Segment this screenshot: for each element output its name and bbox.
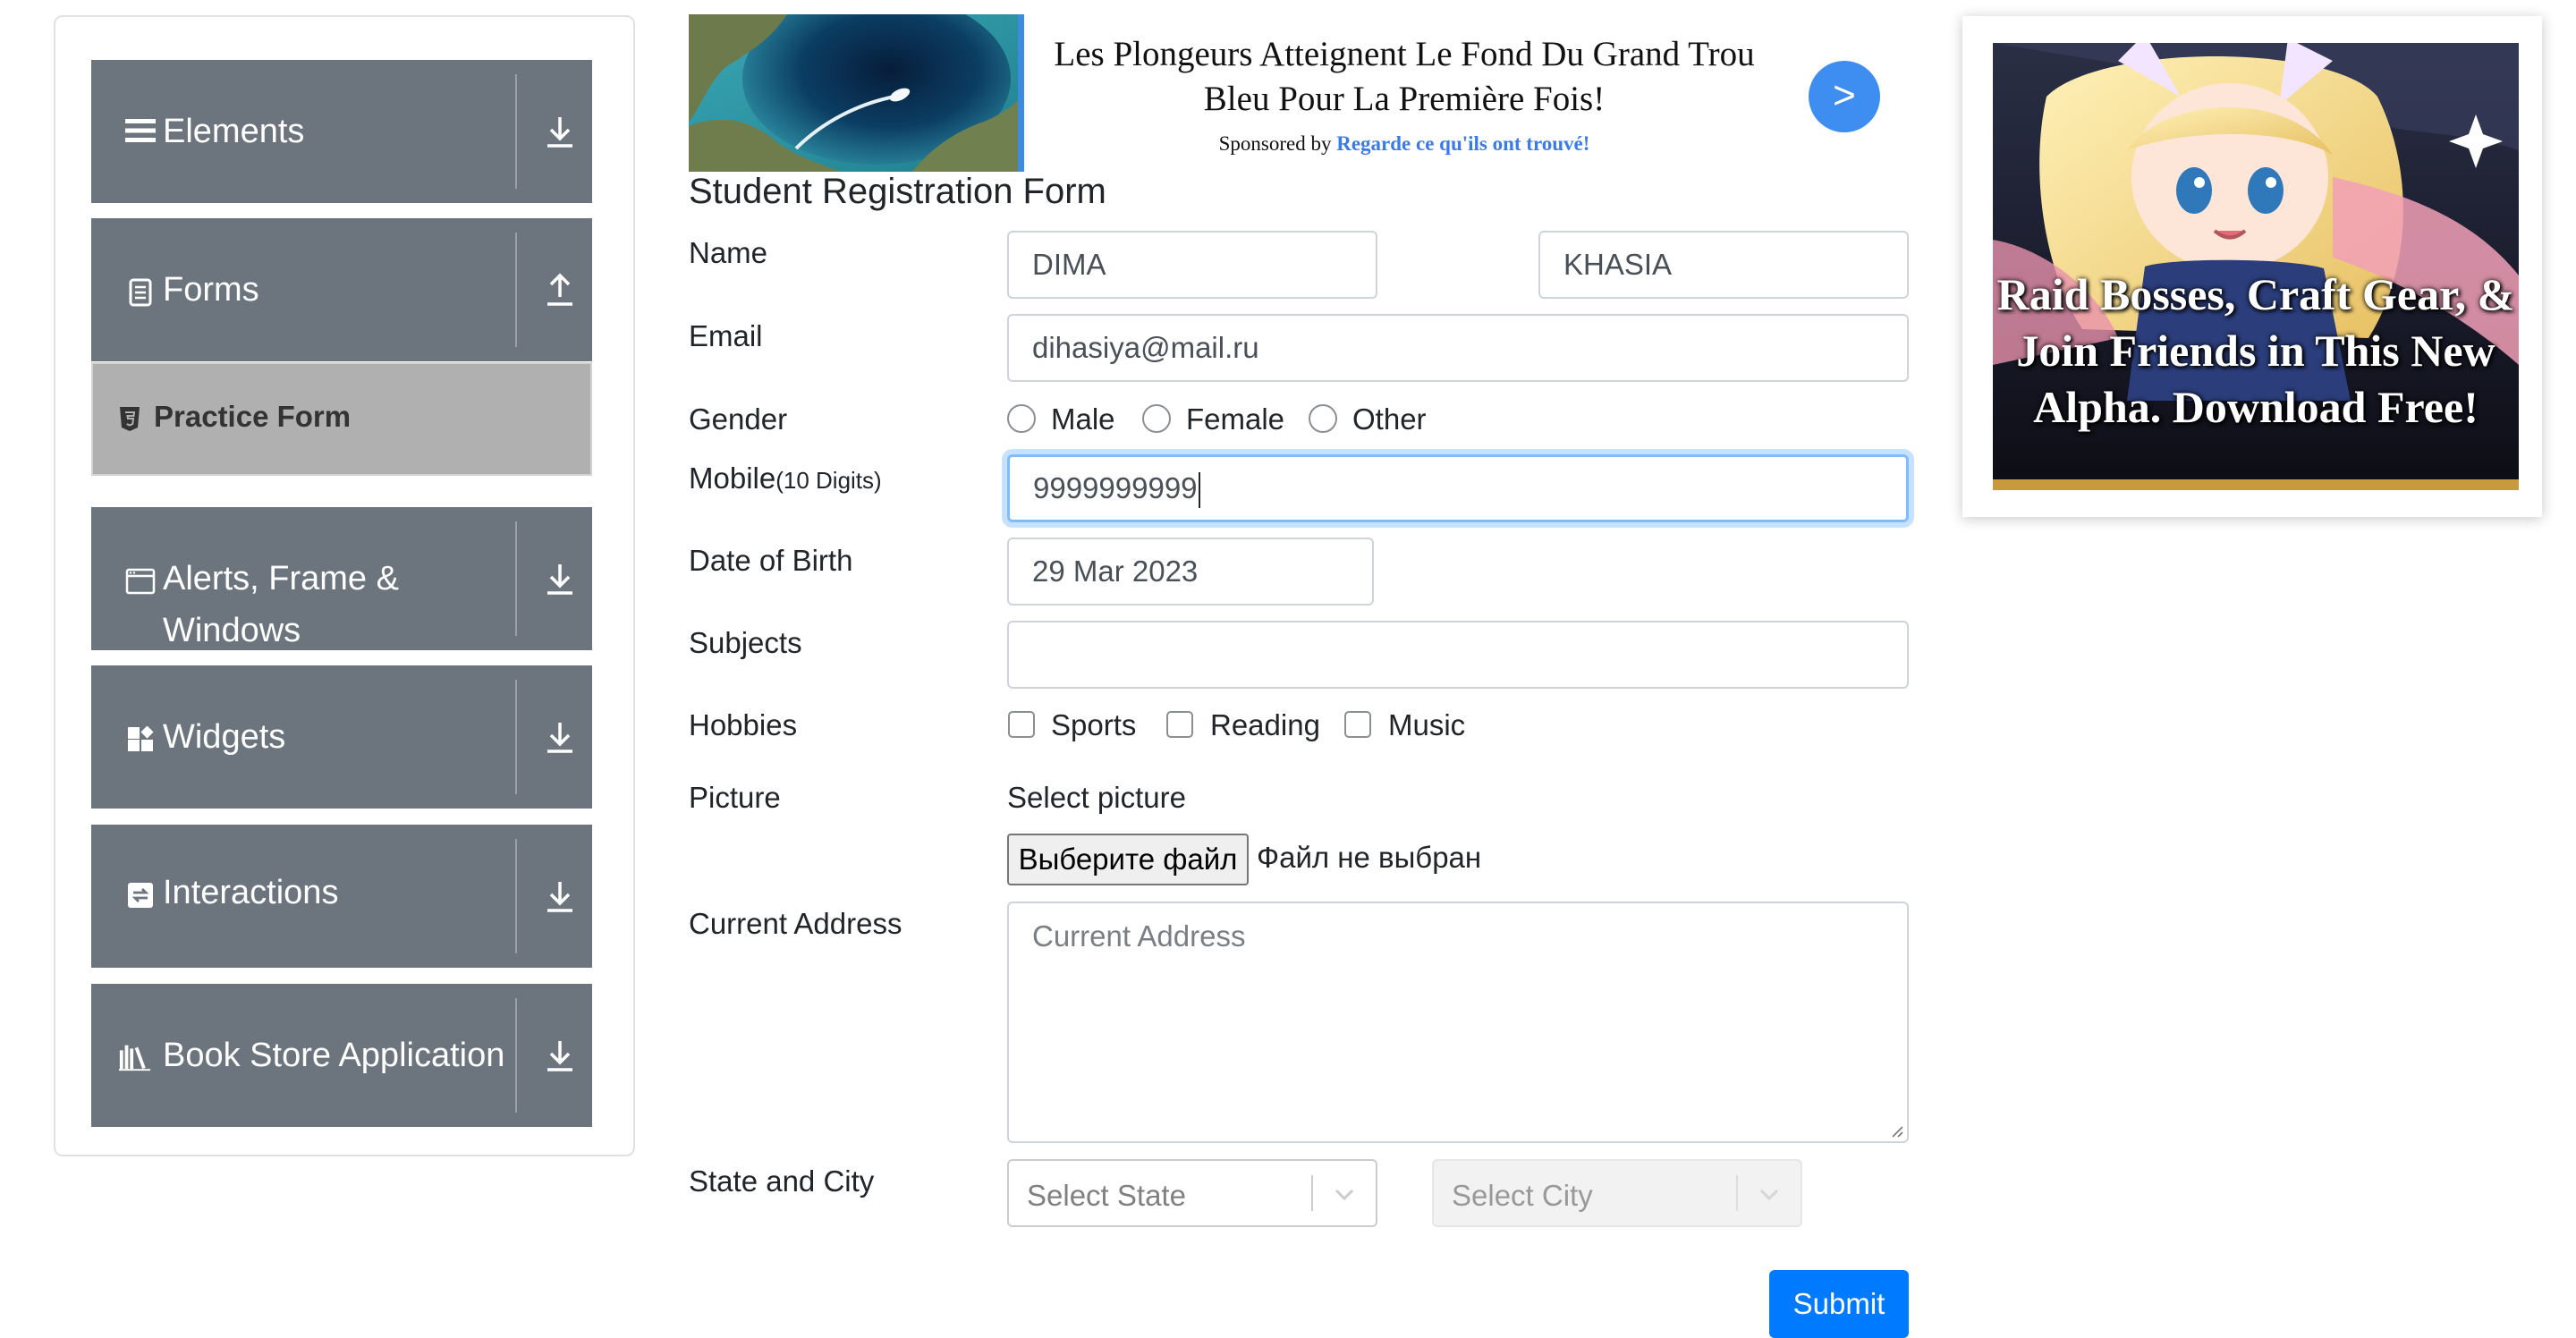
current-address-label: Current Address — [689, 907, 902, 940]
gender-female-radio[interactable] — [1142, 404, 1171, 433]
gender-other-label[interactable]: Other — [1352, 402, 1427, 436]
divider — [515, 233, 517, 347]
books-icon — [118, 1039, 152, 1073]
mobile-label: Mobile(10 Digits) — [689, 462, 882, 495]
sidebar-group-alerts-frame-windows[interactable]: Alerts, Frame & Windows — [91, 507, 592, 650]
ad-sponsor-source[interactable]: Regarde ce qu'ils ont trouvé! — [1336, 132, 1589, 155]
sidebar-group-label: Elements — [163, 113, 305, 150]
chevron-down-icon — [1756, 1181, 1783, 1207]
interactions-icon — [123, 878, 157, 912]
gender-male-label[interactable]: Male — [1051, 402, 1115, 436]
widgets-icon — [123, 723, 157, 757]
subjects-input[interactable] — [1007, 621, 1909, 689]
sidebar-group-elements[interactable]: Elements — [91, 60, 592, 203]
current-address-textarea[interactable]: Current Address — [1007, 902, 1909, 1143]
first-name-input[interactable]: DIMA — [1007, 231, 1377, 299]
email-input[interactable]: dihasiya@mail.ru — [1007, 314, 1909, 382]
download-arrow-icon — [544, 114, 576, 149]
hobby-sports-checkbox[interactable] — [1008, 711, 1035, 738]
hamburger-icon — [123, 114, 157, 148]
hobby-sports-label[interactable]: Sports — [1051, 708, 1136, 742]
mobile-input[interactable]: 9999999999 — [1007, 454, 1909, 522]
form-title: Student Registration Form — [689, 172, 1106, 211]
text-cursor — [1198, 472, 1200, 509]
select-separator — [1736, 1175, 1738, 1211]
upload-arrow-icon — [544, 272, 576, 308]
subjects-label: Subjects — [689, 626, 802, 659]
picture-label: Picture — [689, 781, 781, 814]
download-arrow-icon — [544, 561, 576, 597]
ad-game-character-image[interactable]: Raid Bosses, Craft Gear, & Join Friends … — [1993, 43, 2519, 490]
sidebar-item-practice-form[interactable]: Practice Form — [91, 362, 592, 476]
divider — [515, 839, 517, 953]
download-arrow-icon — [544, 1037, 576, 1073]
sidebar-group-label: Widgets — [163, 718, 286, 756]
submit-button[interactable]: Submit — [1769, 1270, 1909, 1338]
last-name-input[interactable]: KHASIA — [1538, 231, 1909, 299]
state-select[interactable]: Select State — [1007, 1159, 1377, 1227]
city-select[interactable]: Select City — [1432, 1159, 1802, 1227]
divider — [515, 998, 517, 1113]
sidebar-group-widgets[interactable]: Widgets — [91, 665, 592, 809]
gender-male-radio[interactable] — [1007, 404, 1036, 433]
sidebar-group-interactions[interactable]: Interactions — [91, 825, 592, 968]
mobile-label-text: Mobile — [689, 462, 776, 495]
ad-sponsor-line: Sponsored by Regarde ce qu'ils ont trouv… — [1029, 132, 1780, 156]
resize-handle-icon[interactable] — [1887, 1122, 1903, 1138]
hobbies-label: Hobbies — [689, 708, 798, 741]
document-icon — [123, 275, 157, 309]
ad-blue-hole-image[interactable] — [689, 14, 1024, 172]
state-select-value: Select State — [1027, 1179, 1186, 1212]
sidebar-group-label: Alerts, Frame & Windows — [163, 560, 399, 649]
divider — [515, 74, 517, 189]
hobby-music-label[interactable]: Music — [1388, 708, 1465, 742]
choose-file-button[interactable]: Выберите файл — [1007, 834, 1249, 885]
download-arrow-icon — [544, 878, 576, 914]
dob-label: Date of Birth — [689, 544, 853, 577]
file-status-text: Файл не выбран — [1257, 841, 1482, 874]
hobby-reading-label[interactable]: Reading — [1210, 708, 1320, 742]
mobile-hint: (10 Digits) — [775, 467, 882, 494]
sidebar-group-label: Interactions — [163, 874, 339, 911]
html5-shield-icon — [118, 405, 141, 432]
sidebar-group-book-store-application[interactable]: Book Store Application — [91, 984, 592, 1127]
ad-next-button[interactable]: > — [1809, 61, 1880, 132]
sidebar-group-label: Book Store Application — [163, 1037, 505, 1074]
sidebar-item-label: Practice Form — [154, 400, 352, 433]
side-advertisement[interactable]: Raid Bosses, Craft Gear, & Join Friends … — [1962, 16, 2542, 517]
name-label: Name — [689, 236, 768, 269]
sidebar-group-forms[interactable]: Forms — [91, 218, 592, 361]
hobby-reading-checkbox[interactable] — [1166, 711, 1193, 738]
ad-sponsor-prefix: Sponsored by — [1218, 132, 1332, 155]
window-icon — [123, 564, 157, 598]
divider — [515, 521, 517, 636]
divider — [515, 680, 517, 794]
gender-other-radio[interactable] — [1309, 404, 1337, 433]
ad-headline[interactable]: Les Plongeurs Atteignent Le Fond Du Gran… — [1029, 32, 1780, 122]
city-select-value: Select City — [1452, 1179, 1593, 1212]
gender-female-label[interactable]: Female — [1186, 402, 1284, 436]
side-ad-text[interactable]: Raid Bosses, Craft Gear, & Join Friends … — [1993, 267, 2519, 436]
gender-label: Gender — [689, 402, 788, 436]
mobile-value: 9999999999 — [1033, 471, 1198, 504]
top-advertisement[interactable]: Les Plongeurs Atteignent Le Fond Du Gran… — [689, 14, 1896, 172]
hobby-music-checkbox[interactable] — [1344, 711, 1371, 738]
sidebar-group-label: Forms — [163, 271, 259, 309]
email-label: Email — [689, 319, 763, 352]
state-city-label: State and City — [689, 1164, 875, 1198]
select-separator — [1311, 1175, 1313, 1211]
current-address-placeholder: Current Address — [1032, 919, 1246, 953]
date-of-birth-input[interactable]: 29 Mar 2023 — [1007, 538, 1374, 605]
download-arrow-icon — [544, 719, 576, 755]
select-picture-caption: Select picture — [1007, 781, 1186, 814]
chevron-down-icon — [1331, 1181, 1358, 1207]
